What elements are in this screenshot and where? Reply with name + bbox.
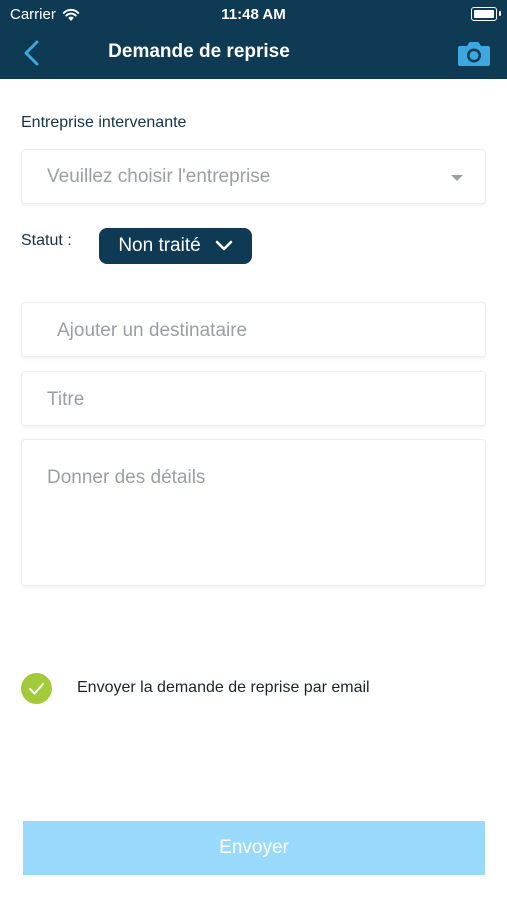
title-placeholder: Titre bbox=[47, 389, 85, 410]
battery-icon bbox=[471, 7, 497, 21]
checkmark-icon bbox=[29, 683, 44, 695]
details-textarea[interactable]: Donner des détails bbox=[21, 439, 486, 586]
title-input[interactable]: Titre bbox=[21, 371, 486, 426]
status-value: Non traité bbox=[118, 235, 201, 256]
battery-tip bbox=[499, 11, 501, 16]
send-button-label: Envoyer bbox=[219, 837, 289, 858]
email-checkbox[interactable] bbox=[21, 673, 52, 704]
header: Carrier 11:48 AM Demande de reprise bbox=[0, 0, 507, 79]
send-button[interactable]: Envoyer bbox=[23, 821, 485, 875]
status-dropdown[interactable]: Non traité bbox=[99, 228, 252, 264]
status-bar: Carrier 11:48 AM bbox=[0, 0, 507, 28]
company-placeholder: Veuillez choisir l'entreprise bbox=[47, 166, 271, 187]
details-placeholder: Donner des détails bbox=[47, 467, 206, 488]
page-title: Demande de reprise bbox=[108, 41, 290, 62]
recipient-input[interactable]: Ajouter un destinataire bbox=[21, 302, 486, 357]
company-label: Entreprise intervenante bbox=[21, 114, 187, 131]
email-option-label: Envoyer la demande de reprise par email bbox=[77, 679, 370, 696]
clock: 11:48 AM bbox=[221, 6, 286, 23]
camera-icon[interactable] bbox=[457, 39, 491, 67]
company-select[interactable]: Veuillez choisir l'entreprise bbox=[21, 149, 486, 204]
chevron-down-icon bbox=[215, 240, 232, 251]
status-label: Statut : bbox=[21, 232, 72, 249]
recipient-placeholder: Ajouter un destinataire bbox=[57, 320, 248, 341]
dropdown-caret-icon bbox=[451, 175, 463, 181]
